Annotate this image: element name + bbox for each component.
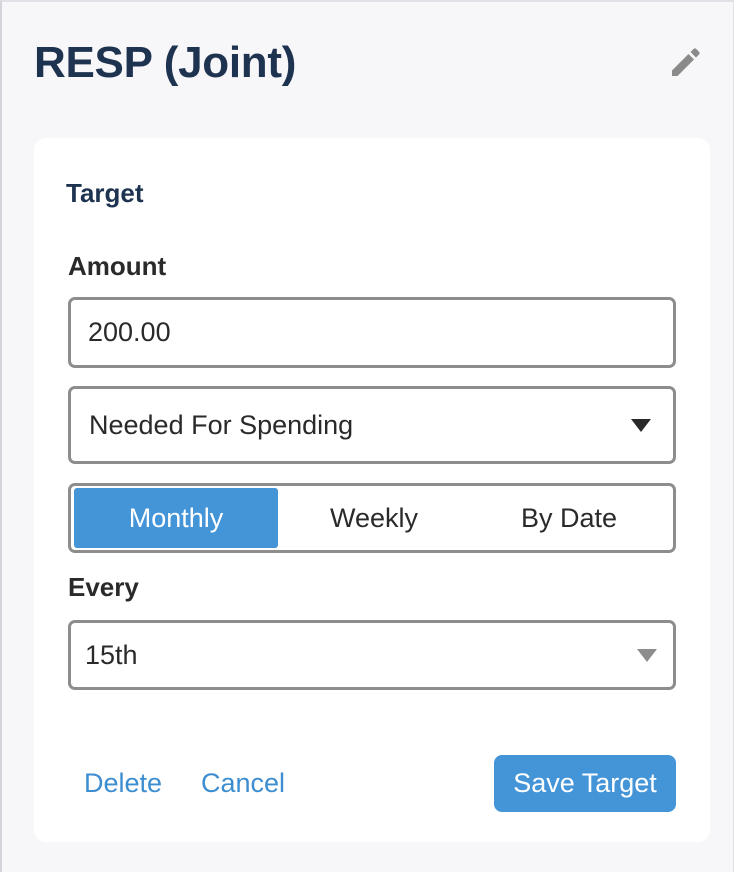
amount-label: Amount [68,251,167,281]
amount-input[interactable] [68,297,676,368]
frequency-option-weekly[interactable]: Weekly [278,488,470,548]
caret-down-icon [637,648,657,662]
edit-title-button[interactable] [666,42,706,82]
frequency-option-monthly[interactable]: Monthly [74,488,278,548]
cancel-button[interactable]: Cancel [201,768,285,799]
caret-down-icon [631,418,651,432]
target-card: Target Amount Needed For Spending Monthl… [34,138,710,842]
save-target-button[interactable]: Save Target [494,755,676,812]
delete-button[interactable]: Delete [84,768,162,799]
target-type-select[interactable]: Needed For Spending [68,386,676,464]
frequency-option-by-date[interactable]: By Date [470,488,668,548]
section-title: Target [66,178,144,208]
pencil-icon [672,48,700,76]
frequency-segmented-control: Monthly Weekly By Date [68,483,676,553]
every-day-select[interactable]: 15th [68,620,676,690]
page-title: RESP (Joint) [34,38,297,87]
every-day-selected: 15th [85,639,138,670]
every-label: Every [68,572,139,602]
target-type-selected: Needed For Spending [89,409,354,440]
